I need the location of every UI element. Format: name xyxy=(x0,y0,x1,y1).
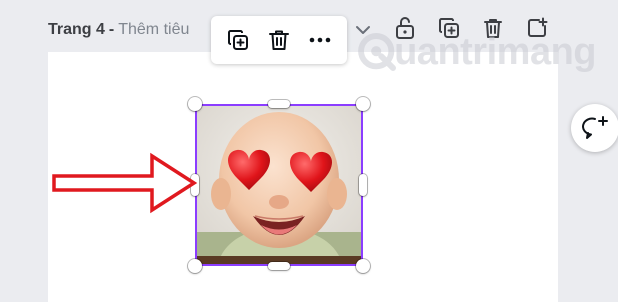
add-comment-icon xyxy=(582,116,608,139)
element-toolbar xyxy=(211,16,347,64)
page-subtitle-input[interactable]: Thêm tiêu xyxy=(118,21,189,39)
page-title-separator: - xyxy=(108,21,115,38)
duplicate-page-icon[interactable] xyxy=(436,15,462,41)
resize-handle-top-right[interactable] xyxy=(356,97,370,111)
page-actions xyxy=(392,15,550,41)
resize-handle-top-left[interactable] xyxy=(188,97,202,111)
resize-handle-top[interactable] xyxy=(268,100,290,108)
resize-handle-bottom-right[interactable] xyxy=(356,259,370,273)
delete-button[interactable] xyxy=(264,25,294,55)
duplicate-button[interactable] xyxy=(223,25,253,55)
baby-photo xyxy=(195,104,363,266)
resize-handle-bottom-left[interactable] xyxy=(188,259,202,273)
selected-image-element[interactable] xyxy=(195,104,363,266)
resize-handle-bottom[interactable] xyxy=(268,262,290,270)
annotation-arrow xyxy=(52,152,198,214)
duplicate-icon xyxy=(227,30,248,50)
unlock-icon[interactable] xyxy=(392,15,418,41)
delete-icon xyxy=(268,30,289,50)
add-page-icon[interactable] xyxy=(524,15,550,41)
resize-handle-right[interactable] xyxy=(359,174,367,196)
chevron-down-icon[interactable] xyxy=(352,19,374,41)
more-icon xyxy=(310,37,331,43)
more-options-button[interactable] xyxy=(305,25,335,55)
delete-page-icon[interactable] xyxy=(480,15,506,41)
add-comment-button[interactable] xyxy=(571,104,618,152)
page-title: Trang 4 xyxy=(48,21,105,38)
